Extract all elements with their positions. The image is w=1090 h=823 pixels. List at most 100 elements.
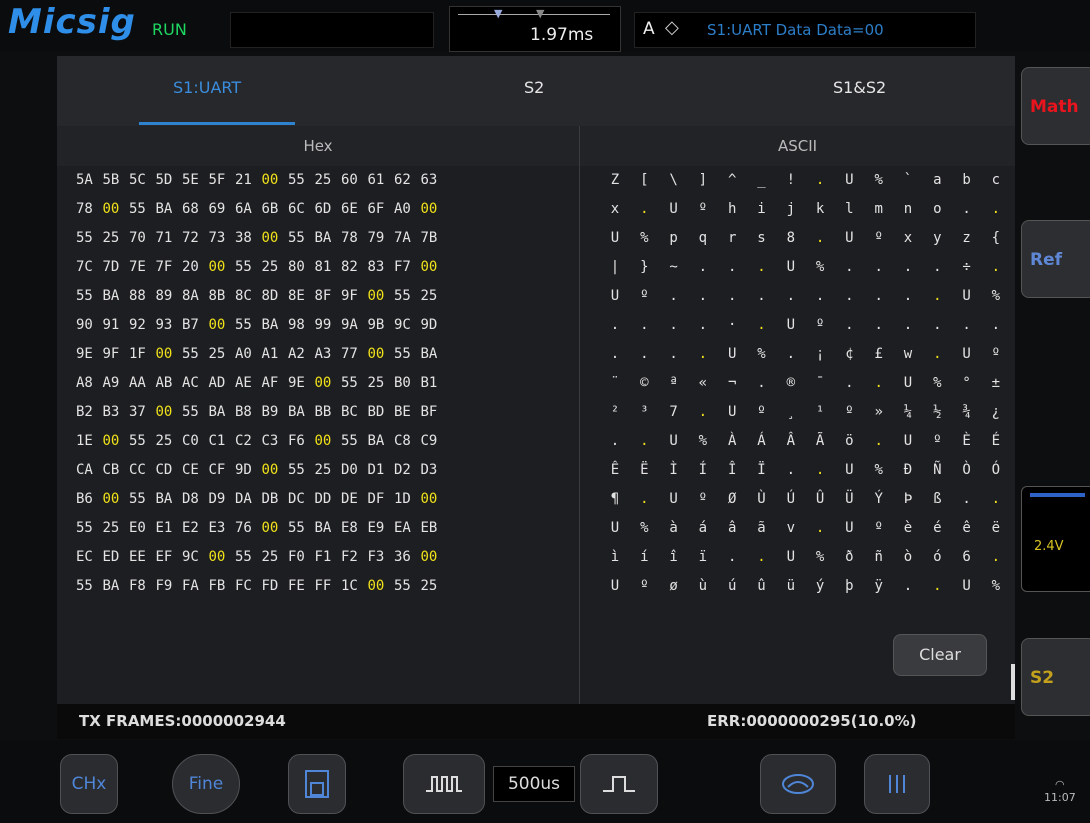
tab-s1-uart[interactable]: S1:UART [173,78,241,97]
ascii-cell: l [845,201,854,217]
tab-s2[interactable]: S2 [524,78,544,97]
ascii-cell: U [962,578,971,594]
hex-cell: BA [261,317,279,333]
ascii-cell: ¹ [815,404,825,420]
ascii-cell: . [815,230,825,246]
hex-cell: 55 [76,520,93,536]
ascii-cell: . [815,520,825,536]
decode-tabs: S1:UART S2 S1&S2 [57,56,1015,126]
ascii-cell: U [903,375,913,391]
fine-button[interactable]: Fine [172,754,240,814]
ascii-cell: i [757,201,766,217]
ascii-cell: U [610,578,620,594]
hex-cell: CF [208,462,226,478]
s2-button[interactable]: S2 [1021,638,1090,716]
hex-cell: AB [155,375,173,391]
hex-cell: 80 [288,259,305,275]
ascii-cell: º [874,230,883,246]
hex-cell: BA [314,520,332,536]
hex-cell: ED [102,549,120,565]
ascii-cell: . [933,346,942,362]
hex-cell: BA [420,346,438,362]
table-row: 7C 7D 7E 7F 20 00 55 25 80 81 82 83 F7 00 |} ~... U%....… [57,253,1015,282]
ascii-cell: Ý [874,491,883,507]
hex-cell: 91 [102,317,120,333]
ascii-cell: ÷ [962,259,971,275]
math-button[interactable]: Math [1021,67,1090,145]
hex-cell: 72 [182,230,199,246]
hex-cell: 8F [314,288,332,304]
ascii-cell: . [962,317,971,333]
ascii-cell: ® [786,375,796,391]
hex-cell: 9C [394,317,411,333]
hex-cell: E8 [341,520,358,536]
ascii-cell: ã [757,520,766,536]
hex-cell: C0 [182,433,199,449]
menu-bars-icon[interactable] [864,754,930,814]
ascii-cell: ÿ [874,578,883,594]
tab-s1-s2[interactable]: S1&S2 [833,78,886,97]
hex-cell: 89 [155,288,173,304]
trigger-panel[interactable]: A ◇ S1:UART Data Data=00 [634,12,976,48]
ascii-cell: . [815,172,825,188]
run-state[interactable]: RUN [152,20,187,39]
ascii-cell: Î [727,462,737,478]
hex-cell: 6B [261,201,279,217]
ascii-cell: » [874,404,883,420]
ascii-cell: . [757,259,766,275]
hex-cell: 83 [367,259,385,275]
ascii-cell: º [640,288,649,304]
ascii-cell: ð [845,549,854,565]
ascii-cell: k [815,201,825,217]
hex-cell: A8 [76,375,93,391]
window-marker-icon: ▼ [536,7,545,20]
hex-cell: 8E [288,288,305,304]
hex-cell: D8 [182,491,199,507]
hex-cell: 25 [102,230,120,246]
scrollbar[interactable] [1011,664,1015,700]
save-icon[interactable] [288,754,346,814]
ascii-cell: Ð [903,462,913,478]
ascii-cell: º [698,201,708,217]
ascii-cell: [ [640,172,649,188]
hex-cell: 9D [235,462,252,478]
ref-button[interactable]: Ref [1021,220,1090,298]
ascii-cell: Ë [640,462,649,478]
ascii-cell: . [933,578,942,594]
ascii-cell: . [640,201,649,217]
channel-scale-box[interactable]: 2.4V [1021,486,1090,592]
ascii-cell: . [845,317,854,333]
ascii-cell: . [727,259,737,275]
hex-cell: B1 [420,375,438,391]
ascii-cell: % [698,433,708,449]
ascii-cell: . [991,549,1001,565]
trigger-position-marker-icon: ▼ [494,7,503,20]
chx-button[interactable]: CHx [60,754,118,814]
ascii-cell: ª [669,375,678,391]
hex-cell: 76 [235,520,252,536]
zoom-out-time-icon[interactable] [403,754,485,814]
hex-cell: E3 [208,520,226,536]
ascii-cell: % [874,462,883,478]
timebase-display[interactable]: ▼ ▼ 1.97ms [449,6,621,52]
hex-cell: 25 [102,520,120,536]
ascii-cell: U [669,491,678,507]
error-count: ERR:0000000295(10.0%) [707,712,917,730]
ascii-cell: U [903,433,913,449]
clear-button[interactable]: Clear [893,634,987,676]
ascii-cell: U [962,346,971,362]
hex-cell: BD [367,404,385,420]
hex-cell: BA [288,404,305,420]
hex-cell: 00 [208,317,226,333]
auto-icon[interactable] [760,754,836,814]
hex-cell: EC [76,549,93,565]
hex-cell: 25 [314,172,332,188]
horizontal-timebase[interactable]: 500us [493,766,575,802]
hex-cell: D9 [208,491,226,507]
hex-cell: B2 [76,404,93,420]
hex-cell: 98 [288,317,305,333]
hex-cell: DA [235,491,252,507]
hex-cell: B8 [235,404,252,420]
ascii-cell: º [640,578,649,594]
zoom-in-time-icon[interactable] [580,754,658,814]
